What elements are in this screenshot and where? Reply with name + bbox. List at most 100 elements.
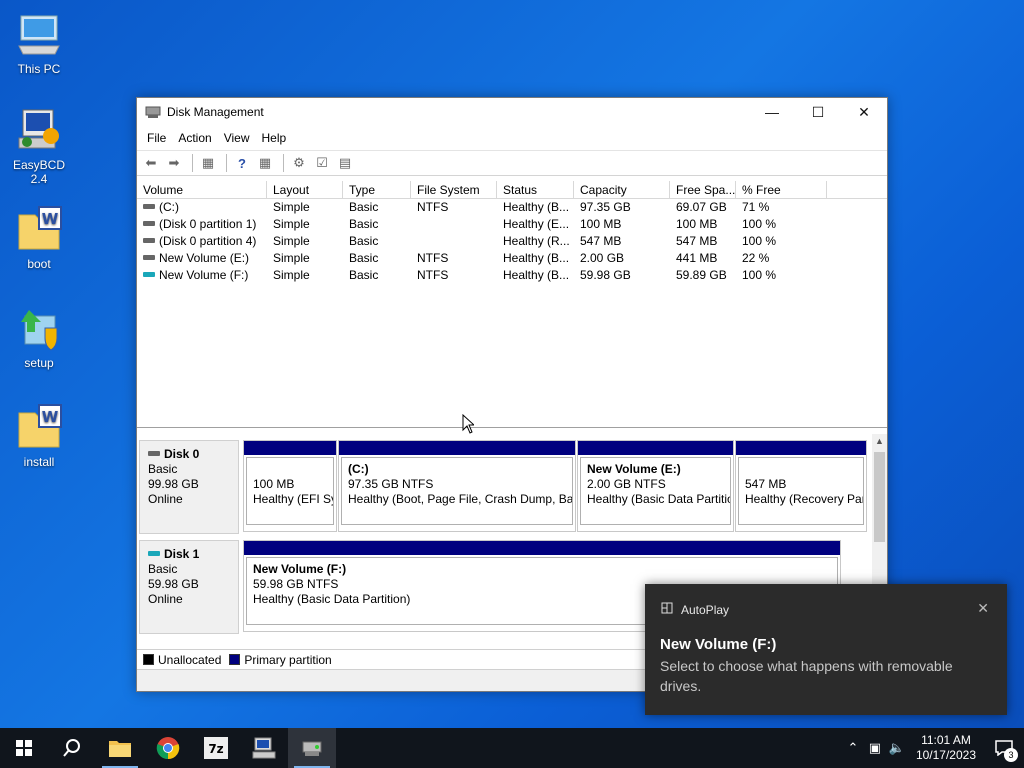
partition-status: Healthy (Basic Data Partitio xyxy=(587,492,731,506)
toolbar-separator xyxy=(283,154,284,172)
partition-name xyxy=(253,462,327,477)
column-header-capacity[interactable]: Capacity xyxy=(574,181,670,198)
desktop-icon-label: boot xyxy=(27,257,51,271)
cell-layout: Simple xyxy=(273,217,310,231)
cell-status: Healthy (R... xyxy=(503,234,570,248)
disk-size: 59.98 GB xyxy=(148,577,199,591)
cell-capacity: 59.98 GB xyxy=(580,268,631,282)
column-header-free-space[interactable]: Free Spa... xyxy=(670,181,736,198)
disk-label[interactable]: Disk 0 Basic 99.98 GB Online xyxy=(139,440,239,534)
menu-file[interactable]: File xyxy=(141,131,172,145)
column-header-type[interactable]: Type xyxy=(343,181,411,198)
column-header-file-system[interactable]: File System xyxy=(411,181,497,198)
volume-icon xyxy=(143,255,155,261)
minimize-button[interactable]: — xyxy=(749,98,795,126)
cell-capacity: 2.00 GB xyxy=(580,251,625,265)
cell-layout: Simple xyxy=(273,268,310,282)
mouse-cursor-icon xyxy=(462,413,476,437)
table-row[interactable]: (Disk 0 partition 1) Simple Basic Health… xyxy=(137,216,887,233)
show-hidden-icons-chevron-icon[interactable]: ⌃ xyxy=(842,740,864,756)
table-row[interactable]: New Volume (E:) Simple Basic NTFS Health… xyxy=(137,250,887,267)
taskbar-chrome[interactable] xyxy=(144,728,192,768)
taskbar-disk-management[interactable] xyxy=(288,728,336,768)
menu-view[interactable]: View xyxy=(218,131,256,145)
disk-label[interactable]: Disk 1 Basic 59.98 GB Online xyxy=(139,540,239,634)
legend-label-unallocated: Unallocated xyxy=(158,652,222,667)
cell-file-system xyxy=(411,216,497,233)
scroll-up-arrow-icon[interactable]: ▲ xyxy=(872,436,887,446)
desktop-icon-label: install xyxy=(23,455,55,469)
partition-size: 547 MB xyxy=(745,477,787,491)
chrome-icon xyxy=(156,737,180,760)
partition-recovery[interactable]: 547 MB Healthy (Recovery Par xyxy=(735,440,867,532)
autoplay-notification[interactable]: AutoPlay ✕ New Volume (F:) Select to cho… xyxy=(645,584,1007,715)
desktop-icon-label: EasyBCD 2.4 xyxy=(12,158,65,186)
maximize-button[interactable]: ☐ xyxy=(795,98,841,126)
search-button[interactable] xyxy=(48,728,96,768)
cell-percent-free: 71 % xyxy=(742,200,770,214)
volume-muted-icon[interactable]: 🔈 xyxy=(886,740,908,756)
desktop-icon-this-pc[interactable]: This PC xyxy=(4,10,74,76)
menu-help[interactable]: Help xyxy=(256,131,293,145)
column-header-layout[interactable]: Layout xyxy=(267,181,343,198)
disk-management-icon xyxy=(302,741,322,756)
table-row[interactable]: New Volume (F:) Simple Basic NTFS Health… xyxy=(137,267,887,284)
svg-text:W: W xyxy=(42,408,59,426)
scrollbar-thumb[interactable] xyxy=(874,452,885,542)
disk-size: 99.98 GB xyxy=(148,477,199,491)
partition-efi[interactable]: 100 MB Healthy (EFI Sy xyxy=(243,440,337,532)
title-bar[interactable]: Disk Management — ☐ ✕ xyxy=(137,98,887,126)
partition-c[interactable]: (C:) 97.35 GB NTFS Healthy (Boot, Page F… xyxy=(338,440,576,532)
cell-free-space: 441 MB xyxy=(676,251,718,265)
show-hide-console-tree-icon[interactable]: ▦ xyxy=(198,154,218,172)
desktop-icon-install[interactable]: W install xyxy=(4,403,74,469)
network-icon[interactable]: ▣ xyxy=(864,740,886,756)
cell-volume: New Volume (F:) xyxy=(159,268,249,282)
notification-message: Select to choose what happens with remov… xyxy=(660,658,953,694)
desktop-icon-boot[interactable]: W boot xyxy=(4,205,74,271)
notification-title: New Volume (F:) xyxy=(660,636,777,653)
easybcd-icon xyxy=(252,737,276,759)
window-title: Disk Management xyxy=(167,105,264,119)
clock[interactable]: 11:01 AM 10/17/2023 xyxy=(916,733,976,763)
cell-percent-free: 100 % xyxy=(742,268,777,282)
connect-icon[interactable]: ⚙ xyxy=(289,154,309,172)
column-header-percent-free[interactable]: % Free xyxy=(736,181,827,198)
partition-e[interactable]: New Volume (E:) 2.00 GB NTFS Healthy (Ba… xyxy=(577,440,734,532)
disk-name: Disk 1 xyxy=(164,547,200,561)
clock-time: 11:01 AM xyxy=(921,733,971,747)
help-icon[interactable]: ? xyxy=(232,154,252,172)
show-hide-action-pane-icon[interactable]: ▦ xyxy=(255,154,275,172)
close-icon[interactable]: ✕ xyxy=(977,600,989,617)
column-header-status[interactable]: Status xyxy=(497,181,574,198)
cell-type: Basic xyxy=(349,251,379,265)
volume-icon xyxy=(143,238,155,244)
disk-management-icon xyxy=(145,105,161,119)
column-header-volume[interactable]: Volume xyxy=(137,181,267,198)
cell-layout: Simple xyxy=(273,200,310,214)
taskbar-7zip[interactable]: 7z xyxy=(192,728,240,768)
cell-free-space: 100 MB xyxy=(676,217,718,231)
menu-action[interactable]: Action xyxy=(172,131,217,145)
cell-type: Basic xyxy=(349,217,379,231)
taskbar-file-explorer[interactable] xyxy=(96,728,144,768)
primary-partition-bar xyxy=(578,441,733,455)
partition-name xyxy=(745,462,857,477)
taskbar-easybcd[interactable] xyxy=(240,728,288,768)
table-row[interactable]: (Disk 0 partition 4) Simple Basic Health… xyxy=(137,233,887,250)
properties-icon[interactable]: ▤ xyxy=(335,154,355,172)
volume-icon xyxy=(143,221,155,227)
back-arrow-icon[interactable]: ⬅ xyxy=(141,154,161,172)
forward-arrow-icon[interactable]: ➡ xyxy=(164,154,184,172)
table-row[interactable]: (C:) Simple Basic NTFS Healthy (B... 97.… xyxy=(137,199,887,216)
close-button[interactable]: ✕ xyxy=(841,98,887,126)
partition-name: New Volume (F:) xyxy=(253,562,347,576)
toolbar-separator xyxy=(192,154,193,172)
action-center-button[interactable]: 3 xyxy=(984,728,1024,768)
primary-partition-bar xyxy=(339,441,575,455)
checklist-icon[interactable]: ☑ xyxy=(312,154,332,172)
cell-volume: (Disk 0 partition 4) xyxy=(159,234,257,248)
desktop-icon-easybcd[interactable]: EasyBCD 2.4 xyxy=(4,106,74,186)
start-button[interactable] xyxy=(0,728,48,768)
desktop-icon-setup[interactable]: setup xyxy=(4,304,74,370)
